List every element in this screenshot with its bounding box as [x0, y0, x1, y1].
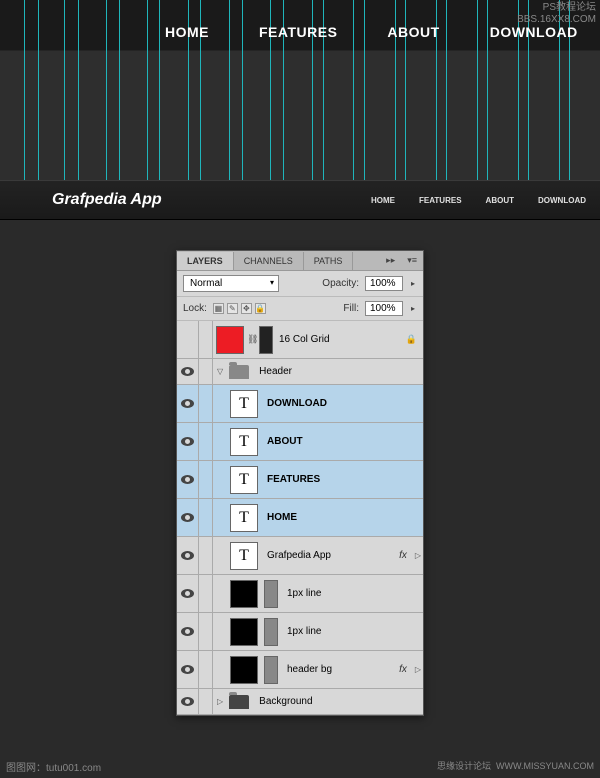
- layer-grid[interactable]: ⛓ 16 Col Grid 🔒: [177, 321, 423, 359]
- lock-position-icon[interactable]: ✥: [241, 303, 252, 314]
- nav-home[interactable]: HOME: [165, 24, 209, 40]
- layer-name: HOME: [261, 512, 423, 523]
- visibility-toggle[interactable]: [177, 423, 199, 460]
- layer-name: Background: [253, 696, 423, 707]
- layer-name: 16 Col Grid: [273, 334, 406, 345]
- layer-header-bg[interactable]: header bg fx ▷: [177, 651, 423, 689]
- folder-icon: [228, 363, 250, 381]
- disclosure-icon[interactable]: ▽: [213, 367, 225, 376]
- layer-home[interactable]: T HOME: [177, 499, 423, 537]
- layer-download[interactable]: T DOWNLOAD: [177, 385, 423, 423]
- top-nav: HOME FEATURES ABOUT DOWNLOAD: [0, 24, 600, 40]
- nav-about[interactable]: ABOUT: [387, 24, 439, 40]
- layer-1pxline-2[interactable]: 1px line: [177, 613, 423, 651]
- visibility-toggle[interactable]: [177, 537, 199, 574]
- visibility-toggle[interactable]: [177, 499, 199, 536]
- top-mockup: HOME FEATURES ABOUT DOWNLOAD: [0, 0, 600, 180]
- nav-features[interactable]: FEATURES: [259, 24, 337, 40]
- text-layer-icon: T: [230, 542, 258, 570]
- hnav-about[interactable]: ABOUT: [486, 196, 514, 205]
- layer-list: ⛓ 16 Col Grid 🔒 ▽ Header T DOWNLOAD: [177, 321, 423, 715]
- layers-panel: LAYERS CHANNELS PATHS ▸▸ ▾≡ Normal Opaci…: [176, 250, 424, 716]
- header-title: Grafpedia App: [52, 191, 162, 209]
- blend-mode-dropdown[interactable]: Normal: [183, 275, 279, 292]
- watermark-top: PS教程论坛 BBS.16XX8.COM: [517, 2, 596, 26]
- watermarks-bottom: 图图网：tutu001.com 思缘设计论坛 WWW.MISSYUAN.COM: [0, 759, 600, 774]
- fx-disclosure-icon[interactable]: ▷: [411, 665, 423, 674]
- layer-background[interactable]: ▷ Background: [177, 689, 423, 715]
- layer-app-title[interactable]: T Grafpedia App fx ▷: [177, 537, 423, 575]
- panel-tabs: LAYERS CHANNELS PATHS ▸▸ ▾≡: [177, 251, 423, 271]
- visibility-toggle[interactable]: [177, 321, 199, 358]
- link-icon: ⛓: [247, 334, 257, 345]
- tab-channels[interactable]: CHANNELS: [234, 252, 304, 270]
- layer-name: 1px line: [281, 626, 423, 637]
- lock-fill-row: Lock: ▦ ✎ ✥ 🔒 Fill: 100% ▸: [177, 297, 423, 321]
- layer-name: Grafpedia App: [261, 550, 399, 561]
- layer-thumb: [230, 656, 258, 684]
- visibility-toggle[interactable]: [177, 613, 199, 650]
- tab-layers[interactable]: LAYERS: [177, 252, 234, 270]
- layer-features[interactable]: T FEATURES: [177, 461, 423, 499]
- watermark-bl: 图图网：tutu001.com: [6, 759, 101, 774]
- layer-thumb: [230, 580, 258, 608]
- text-layer-icon: T: [230, 466, 258, 494]
- fx-badge[interactable]: fx: [399, 664, 411, 675]
- panel-menu-icon[interactable]: ▾≡: [401, 255, 423, 266]
- text-layer-icon: T: [230, 390, 258, 418]
- lock-pixels-icon[interactable]: ✎: [227, 303, 238, 314]
- visibility-toggle[interactable]: [177, 575, 199, 612]
- layer-1pxline-1[interactable]: 1px line: [177, 575, 423, 613]
- layer-name: ABOUT: [261, 436, 423, 447]
- folder-icon: [228, 693, 250, 711]
- lock-transparent-icon[interactable]: ▦: [213, 303, 224, 314]
- layer-name: DOWNLOAD: [261, 398, 423, 409]
- fx-disclosure-icon[interactable]: ▷: [411, 551, 423, 560]
- layer-about[interactable]: T ABOUT: [177, 423, 423, 461]
- watermark-br: 思缘设计论坛 WWW.MISSYUAN.COM: [437, 759, 594, 774]
- layer-thumb: [230, 618, 258, 646]
- fill-label: Fill:: [343, 303, 359, 314]
- visibility-toggle[interactable]: [177, 359, 199, 384]
- fx-badge[interactable]: fx: [399, 550, 411, 561]
- hnav-features[interactable]: FEATURES: [419, 196, 462, 205]
- opacity-flyout-icon[interactable]: ▸: [409, 279, 417, 288]
- layer-group-header[interactable]: ▽ Header: [177, 359, 423, 385]
- visibility-toggle[interactable]: [177, 461, 199, 498]
- text-layer-icon: T: [230, 428, 258, 456]
- header-nav: HOME FEATURES ABOUT DOWNLOAD: [371, 196, 586, 205]
- panel-collapse-icon[interactable]: ▸▸: [380, 255, 401, 266]
- layer-name: Header: [253, 366, 423, 377]
- hnav-home[interactable]: HOME: [371, 196, 395, 205]
- visibility-toggle[interactable]: [177, 689, 199, 714]
- lock-label: Lock:: [183, 303, 207, 314]
- layer-thumb: [216, 326, 244, 354]
- visibility-toggle[interactable]: [177, 385, 199, 422]
- opacity-label: Opacity:: [322, 278, 359, 289]
- header-bar: Grafpedia App HOME FEATURES ABOUT DOWNLO…: [0, 180, 600, 220]
- mask-thumb: [259, 326, 273, 354]
- fill-input[interactable]: 100%: [365, 301, 403, 316]
- hnav-download[interactable]: DOWNLOAD: [538, 196, 586, 205]
- blend-opacity-row: Normal Opacity: 100% ▸: [177, 271, 423, 297]
- fill-flyout-icon[interactable]: ▸: [409, 304, 417, 313]
- visibility-toggle[interactable]: [177, 651, 199, 688]
- lock-icon: 🔒: [406, 334, 423, 345]
- tab-paths[interactable]: PATHS: [304, 252, 354, 270]
- layer-name: header bg: [281, 664, 399, 675]
- text-layer-icon: T: [230, 504, 258, 532]
- layer-name: FEATURES: [261, 474, 423, 485]
- vector-mask-thumb: [264, 618, 278, 646]
- nav-download[interactable]: DOWNLOAD: [490, 24, 578, 40]
- layer-name: 1px line: [281, 588, 423, 599]
- disclosure-icon[interactable]: ▷: [213, 697, 225, 706]
- opacity-input[interactable]: 100%: [365, 276, 403, 291]
- lock-all-icon[interactable]: 🔒: [255, 303, 266, 314]
- vector-mask-thumb: [264, 580, 278, 608]
- vector-mask-thumb: [264, 656, 278, 684]
